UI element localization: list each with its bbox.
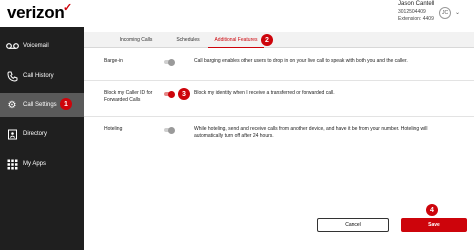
- tab-schedules[interactable]: Schedules: [164, 32, 212, 48]
- cancel-button[interactable]: Cancel: [317, 218, 389, 232]
- step-marker-4: 4: [426, 204, 438, 216]
- user-phone: 3012504409: [398, 9, 426, 15]
- hoteling-description-line-1: While hoteling, send and receive calls f…: [194, 126, 428, 132]
- sidebar-item-label: Call History: [23, 73, 54, 79]
- block-caller-id-toggle[interactable]: [164, 90, 175, 98]
- hoteling-description-line-2: automatically turn off after 24 hours.: [194, 133, 274, 139]
- hoteling-label: Hoteling: [104, 126, 123, 132]
- chevron-down-icon[interactable]: ⌄: [455, 9, 460, 16]
- sidebar-item-label: Voicemail: [23, 43, 49, 49]
- toggle-knob: [168, 90, 175, 98]
- toggle-knob: [168, 58, 175, 66]
- app-window: verizon ✓ Jason Cantell 3012504409 Exten…: [0, 0, 474, 250]
- barge-in-label: Barge-in: [104, 58, 123, 64]
- tab-incoming-calls[interactable]: Incoming Calls: [106, 32, 166, 48]
- barge-in-toggle[interactable]: [164, 58, 175, 66]
- user-name: Jason Cantell: [398, 1, 435, 7]
- verizon-check-icon: ✓: [63, 2, 73, 14]
- sidebar-item-label: My Apps: [23, 161, 47, 167]
- sidebar-item-directory[interactable]: Directory: [0, 122, 84, 146]
- step-marker-1: 1: [60, 98, 72, 110]
- block-caller-id-description: Block my identity when I receive a trans…: [194, 90, 335, 96]
- avatar[interactable]: JC: [439, 7, 451, 19]
- sidebar: Voicemail Call History ⚙ Call Settings D…: [0, 27, 84, 250]
- grid-icon: [5, 157, 19, 171]
- top-header: verizon ✓ Jason Cantell 3012504409 Exten…: [0, 0, 474, 27]
- row-divider: [84, 80, 474, 81]
- sidebar-item-label: Directory: [23, 131, 48, 137]
- save-button[interactable]: Save: [401, 218, 467, 232]
- block-caller-id-label-line-1: Block my Caller ID for: [104, 90, 153, 96]
- row-divider: [84, 116, 474, 117]
- block-caller-id-label-line-2: Forwarded Calls: [104, 97, 141, 103]
- toggle-knob: [168, 126, 175, 134]
- directory-icon: [5, 127, 19, 141]
- sidebar-item-voicemail[interactable]: Voicemail: [0, 34, 84, 58]
- verizon-logo: verizon: [7, 3, 65, 22]
- sidebar-item-my-apps[interactable]: My Apps: [0, 152, 84, 176]
- settings-tabs: Incoming Calls Schedules Additional Feat…: [84, 32, 474, 48]
- hoteling-toggle[interactable]: [164, 126, 175, 134]
- step-marker-3: 3: [178, 88, 190, 100]
- gear-icon: ⚙: [7, 99, 17, 111]
- sidebar-item-label: Call Settings: [23, 102, 57, 108]
- sidebar-item-call-history[interactable]: Call History: [0, 64, 84, 88]
- step-marker-2: 2: [261, 34, 273, 46]
- phone-icon: [5, 69, 19, 83]
- barge-in-description: Call barging enables other users to drop…: [194, 58, 408, 64]
- user-extension: Extension: 4409: [398, 16, 434, 22]
- tab-additional-features[interactable]: Additional Features: [208, 32, 264, 48]
- voicemail-icon: [5, 39, 19, 53]
